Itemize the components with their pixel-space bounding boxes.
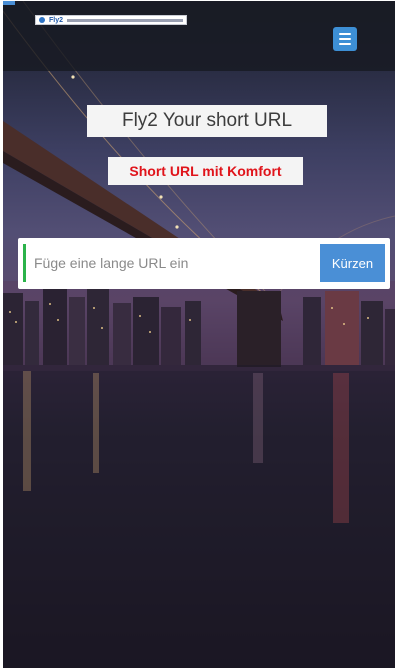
logo-icon [39, 17, 45, 23]
page-subtitle: Short URL mit Komfort [108, 157, 303, 185]
url-shortener-form: Kürzen [18, 238, 390, 289]
logo-strip-decoration [67, 18, 183, 22]
app-frame: Fly2 Fly2 Your short URL Short URL mit K… [3, 1, 395, 668]
hamburger-menu-icon-bar [339, 33, 351, 35]
city-bridge-background [3, 1, 395, 668]
hamburger-menu-button[interactable] [333, 27, 357, 51]
page-title: Fly2 Your short URL [87, 105, 327, 137]
hamburger-menu-icon-bar [339, 38, 351, 40]
top-navbar: Fly2 [3, 1, 395, 71]
site-logo[interactable]: Fly2 [35, 15, 187, 25]
hamburger-menu-icon-bar [339, 43, 351, 45]
corner-accent [3, 1, 15, 5]
long-url-input[interactable] [28, 244, 316, 282]
input-accent-bar [23, 244, 26, 282]
shorten-button[interactable]: Kürzen [320, 244, 385, 282]
logo-text: Fly2 [49, 16, 64, 24]
